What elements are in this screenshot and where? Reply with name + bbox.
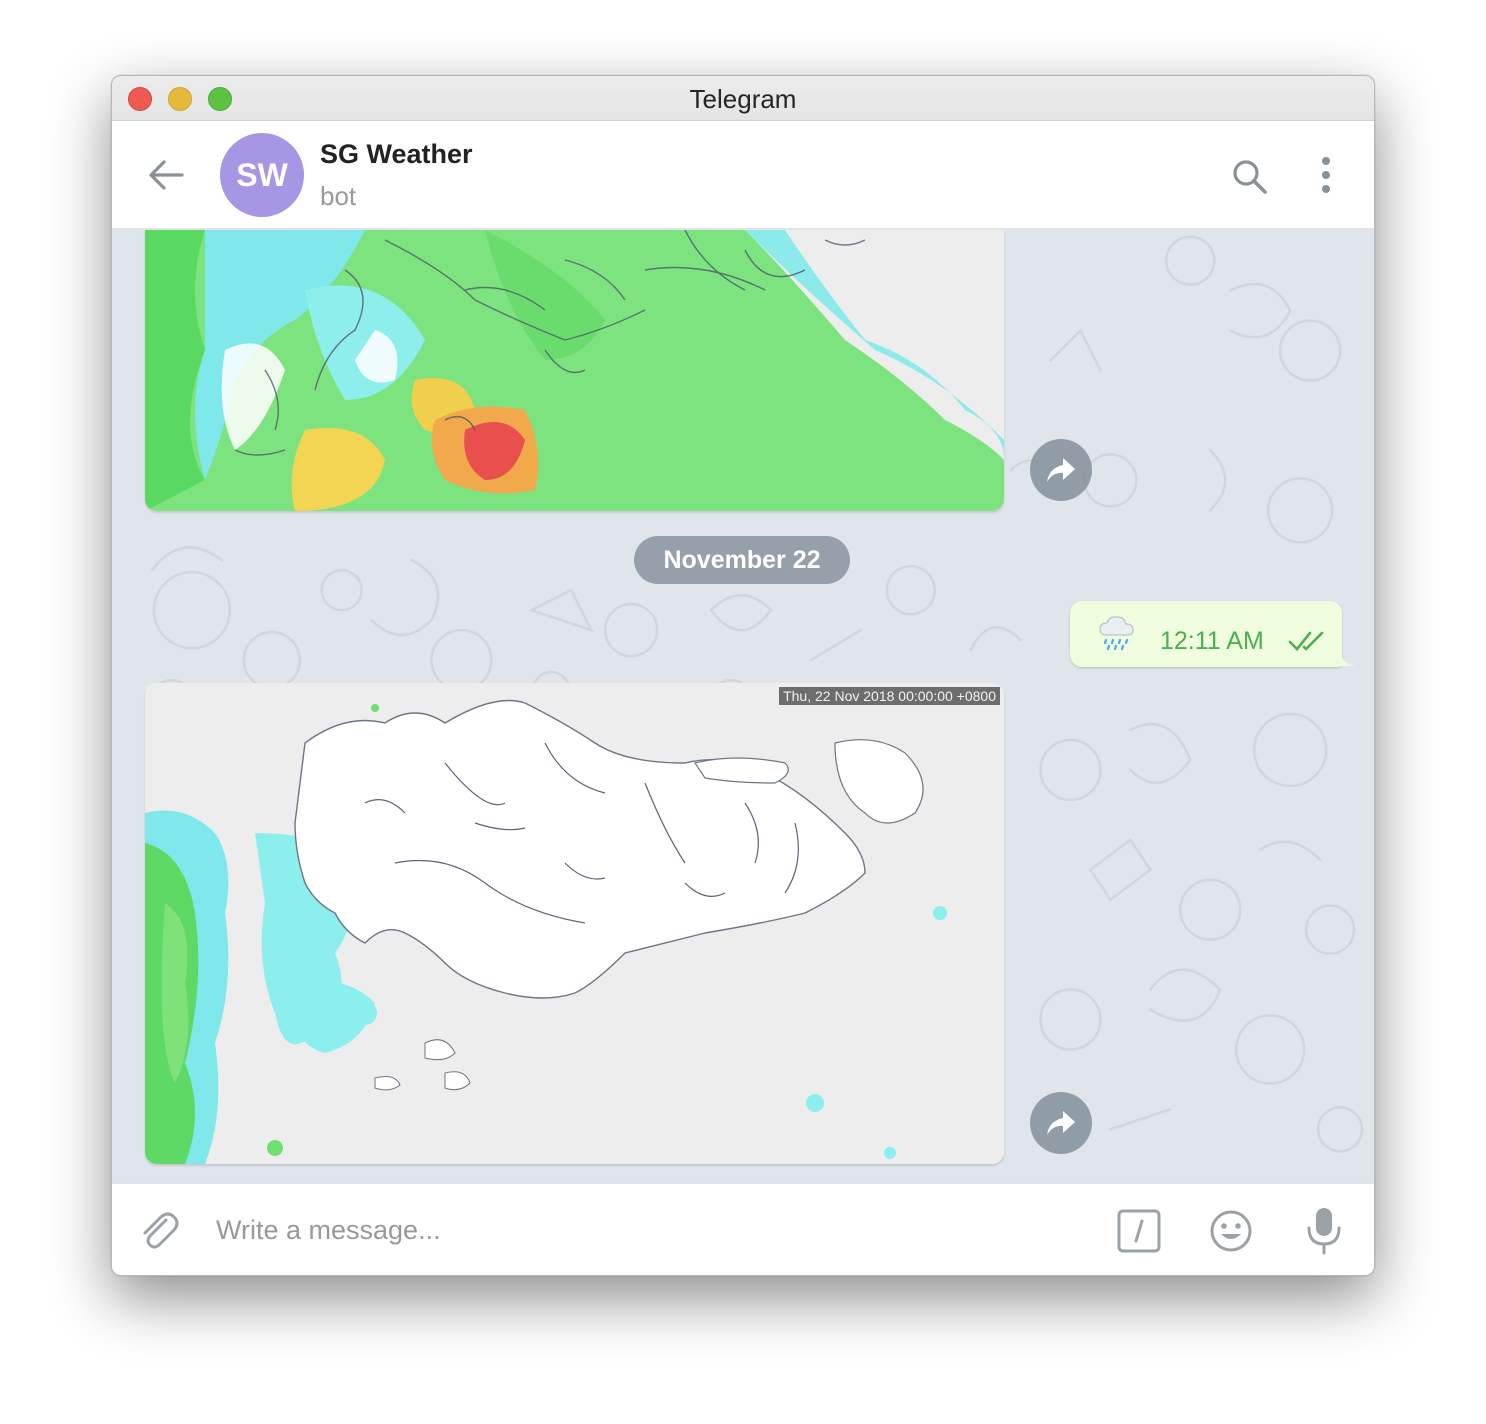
emoji-button[interactable]	[1208, 1208, 1254, 1254]
date-separator: November 22	[634, 536, 850, 584]
radar-map-image	[145, 683, 1004, 1164]
bot-commands-button[interactable]	[1116, 1208, 1162, 1254]
chat-title[interactable]: SG Weather	[320, 139, 473, 170]
telegram-window: Telegram SW SG Weather bot November 22 1…	[111, 75, 1375, 1276]
message-composer	[112, 1183, 1374, 1275]
smiley-icon	[1210, 1210, 1252, 1252]
microphone-icon	[1307, 1208, 1341, 1255]
message-time: 12:11 AM	[1160, 627, 1264, 655]
forward-icon	[1047, 1111, 1075, 1135]
window-title: Telegram	[689, 84, 797, 114]
paperclip-icon	[143, 1212, 179, 1249]
slash-command-icon	[1117, 1209, 1161, 1253]
radar-photo-message[interactable]	[145, 230, 1004, 511]
message-input[interactable]	[216, 1206, 1076, 1254]
attach-button[interactable]	[136, 1208, 182, 1254]
radar-photo-message[interactable]: Thu, 22 Nov 2018 00:00:00 +0800	[145, 683, 1004, 1164]
bubble-tail	[1338, 650, 1356, 666]
back-button[interactable]	[146, 155, 186, 195]
photo-timestamp: Thu, 22 Nov 2018 00:00:00 +0800	[779, 687, 1000, 705]
message-list[interactable]: November 22 12:11 AM Thu, 22 Nov 2018 00…	[112, 230, 1374, 1183]
title-bar: Telegram	[112, 76, 1374, 121]
more-vertical-icon	[1322, 157, 1330, 193]
arrow-left-icon	[149, 160, 184, 190]
chat-status: bot	[320, 181, 357, 211]
radar-map-image	[145, 230, 1004, 511]
voice-record-button[interactable]	[1304, 1206, 1344, 1256]
forward-icon	[1047, 458, 1075, 482]
double-check-icon	[1288, 631, 1324, 651]
chat-header: SW SG Weather bot	[112, 121, 1374, 229]
forward-button[interactable]	[1030, 1092, 1092, 1154]
search-button[interactable]	[1230, 157, 1270, 197]
avatar[interactable]: SW	[220, 133, 304, 217]
search-icon	[1233, 160, 1267, 194]
forward-button[interactable]	[1030, 439, 1092, 501]
cloud-rain-emoji-icon	[1099, 616, 1134, 651]
more-options-button[interactable]	[1312, 155, 1340, 195]
outgoing-message[interactable]: 12:11 AM	[1070, 601, 1342, 667]
